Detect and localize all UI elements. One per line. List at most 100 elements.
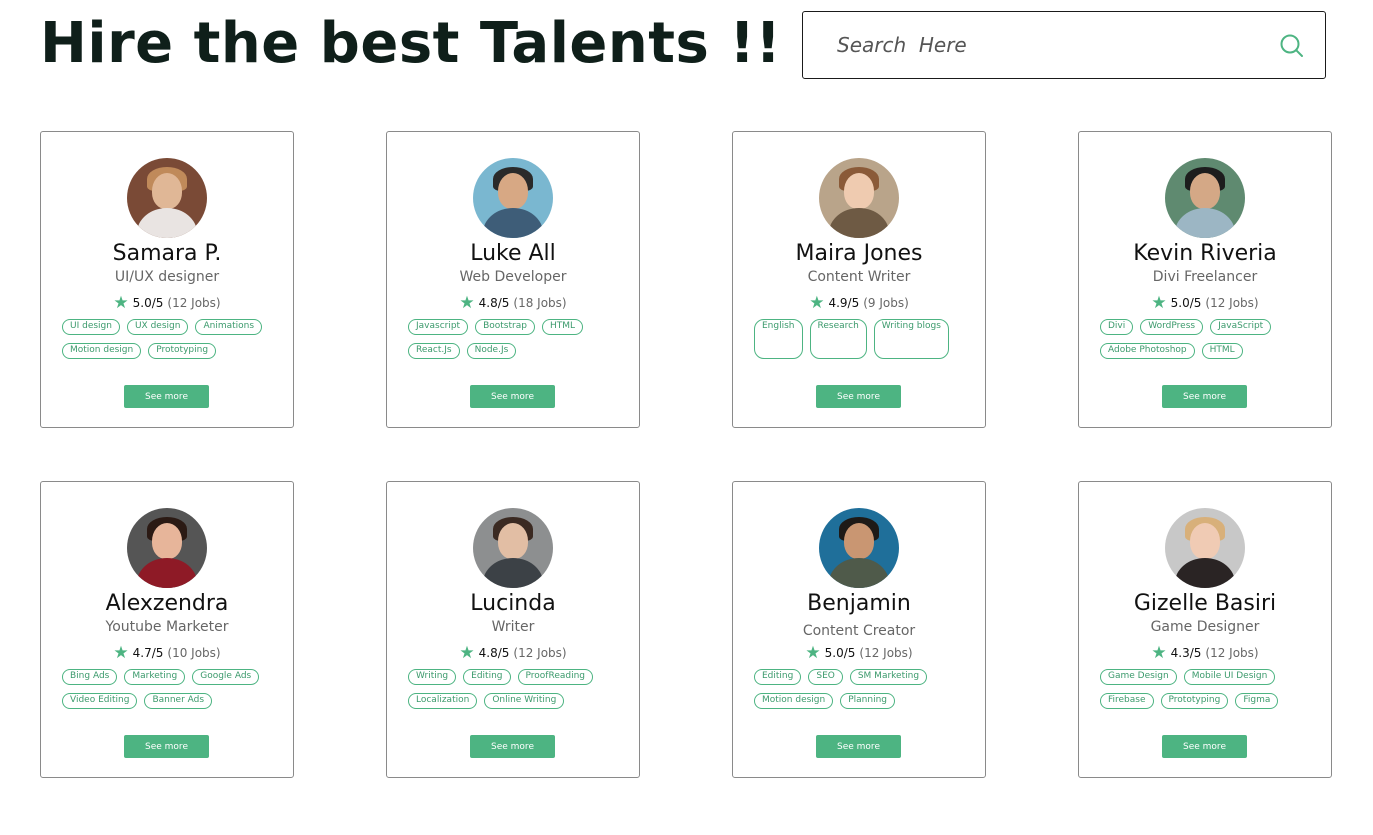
skill-tag[interactable]: UX design (126, 319, 189, 335)
talent-card: Benjamin Content Creator ★ 5.0/5 (12 Jobs)… (732, 481, 986, 778)
talent-role: Game Designer (1150, 619, 1260, 635)
skill-tag[interactable]: Motion design (754, 693, 834, 709)
job-count: (18 Jobs) (513, 296, 567, 310)
talent-name: Gizelle Basiri (1133, 591, 1277, 616)
skill-tag[interactable]: JavaScript (1210, 319, 1272, 335)
skill-tag[interactable]: Writing blogs (873, 319, 949, 359)
see-more-button[interactable]: See more (816, 385, 901, 408)
talent-card: Luke All Web Developer ★ 4.8/5 (18 Jobs) J… (386, 131, 640, 428)
skill-tag[interactable]: Javascript (408, 319, 469, 335)
rating: ★ 4.3/5 (12 Jobs) (1079, 644, 1331, 662)
avatar (819, 508, 899, 588)
search-input[interactable] (835, 32, 1259, 58)
talents-page: Hire the best Talents !! Samara P. UI/UX… (0, 0, 1373, 835)
rating-value: 5.0/5 (1170, 296, 1202, 310)
rating: ★ 5.0/5 (12 Jobs) (1079, 294, 1331, 312)
skill-tag[interactable]: WordPress (1140, 319, 1204, 335)
talent-name: Benjamin (807, 591, 911, 616)
job-count: (12 Jobs) (1205, 646, 1259, 660)
rating-value: 4.3/5 (1170, 646, 1202, 660)
star-icon: ★ (113, 292, 129, 313)
skill-tag[interactable]: Planning (840, 693, 896, 709)
skill-tag[interactable]: Node.Js (466, 343, 517, 359)
rating: ★ 4.8/5 (12 Jobs) (387, 644, 639, 662)
talent-role: Content Creator (802, 623, 916, 639)
skill-tag[interactable]: Mobile UI Design (1183, 669, 1276, 685)
skill-tag[interactable]: ProofReading (517, 669, 593, 685)
star-icon: ★ (459, 642, 475, 663)
talent-name: Lucinda (470, 591, 556, 616)
rating: ★ 5.0/5 (12 Jobs) (733, 644, 985, 662)
skill-tag[interactable]: React.Js (408, 343, 460, 359)
star-icon: ★ (459, 292, 475, 313)
skill-tag[interactable]: HTML (1201, 343, 1243, 359)
see-more-button[interactable]: See more (1162, 385, 1247, 408)
skill-tag[interactable]: Prototyping (148, 343, 217, 359)
talent-grid: Samara P. UI/UX designer ★ 5.0/5 (12 Jobs)… (40, 131, 1333, 778)
skill-tag[interactable]: Online Writing (484, 693, 565, 709)
star-icon: ★ (805, 642, 821, 663)
skill-tag[interactable]: Editing (754, 669, 802, 685)
star-icon: ★ (809, 292, 825, 313)
skill-tags: Javascript Bootstrap HTML React.Js Node.… (408, 319, 618, 359)
skill-tags: English Research Writing blogs (754, 319, 964, 359)
skill-tag[interactable]: Localization (408, 693, 478, 709)
talent-role: Content Writer (807, 269, 911, 285)
star-icon: ★ (1151, 292, 1167, 313)
job-count: (10 Jobs) (167, 646, 221, 660)
search-icon[interactable] (1279, 33, 1305, 59)
talent-name: Luke All (470, 241, 556, 266)
see-more-button[interactable]: See more (470, 735, 555, 758)
skill-tag[interactable]: Video Editing (62, 693, 138, 709)
skill-tag[interactable]: Firebase (1100, 693, 1154, 709)
avatar (127, 508, 207, 588)
skill-tag[interactable]: Divi (1100, 319, 1134, 335)
skill-tag[interactable]: Editing (463, 669, 511, 685)
avatar (1165, 508, 1245, 588)
skill-tag[interactable]: Game Design (1100, 669, 1177, 685)
avatar (819, 158, 899, 238)
skill-tag[interactable]: Marketing (124, 669, 186, 685)
talent-role: Web Developer (459, 269, 567, 285)
see-more-button[interactable]: See more (124, 735, 209, 758)
talent-role: Divi Freelancer (1152, 269, 1258, 285)
rating-value: 4.8/5 (478, 296, 510, 310)
avatar (473, 158, 553, 238)
avatar (1165, 158, 1245, 238)
rating-value: 4.9/5 (828, 296, 860, 310)
skill-tag[interactable]: Research (809, 319, 867, 359)
rating-value: 5.0/5 (132, 296, 164, 310)
skill-tag[interactable]: Figma (1235, 693, 1279, 709)
rating-value: 4.7/5 (132, 646, 164, 660)
see-more-button[interactable]: See more (470, 385, 555, 408)
skill-tag[interactable]: HTML (541, 319, 584, 335)
see-more-button[interactable]: See more (1162, 735, 1247, 758)
skill-tag[interactable]: Banner Ads (144, 693, 213, 709)
rating-value: 4.8/5 (478, 646, 510, 660)
skill-tag[interactable]: Google Ads (192, 669, 260, 685)
skill-tags: Divi WordPress JavaScript Adobe Photosho… (1100, 319, 1310, 359)
talent-role: Youtube Marketer (105, 619, 229, 635)
search-bar[interactable] (802, 11, 1326, 79)
avatar (473, 508, 553, 588)
skill-tag[interactable]: Adobe Photoshop (1100, 343, 1195, 359)
skill-tag[interactable]: Prototyping (1160, 693, 1229, 709)
rating: ★ 4.7/5 (10 Jobs) (41, 644, 293, 662)
see-more-button[interactable]: See more (816, 735, 901, 758)
skill-tag[interactable]: SEO (808, 669, 843, 685)
skill-tag[interactable]: Bing Ads (62, 669, 118, 685)
job-count: (12 Jobs) (859, 646, 913, 660)
skill-tag[interactable]: Motion design (62, 343, 142, 359)
rating-value: 5.0/5 (824, 646, 856, 660)
skill-tag[interactable]: English (754, 319, 803, 359)
see-more-button[interactable]: See more (124, 385, 209, 408)
avatar (127, 158, 207, 238)
skill-tag[interactable]: Animations (195, 319, 263, 335)
talent-name: Samara P. (112, 241, 222, 266)
skill-tag[interactable]: Writing (408, 669, 457, 685)
talent-role: UI/UX designer (114, 269, 220, 285)
rating: ★ 4.8/5 (18 Jobs) (387, 294, 639, 312)
skill-tag[interactable]: UI design (62, 319, 120, 335)
skill-tag[interactable]: Bootstrap (475, 319, 535, 335)
skill-tag[interactable]: SM Marketing (849, 669, 928, 685)
